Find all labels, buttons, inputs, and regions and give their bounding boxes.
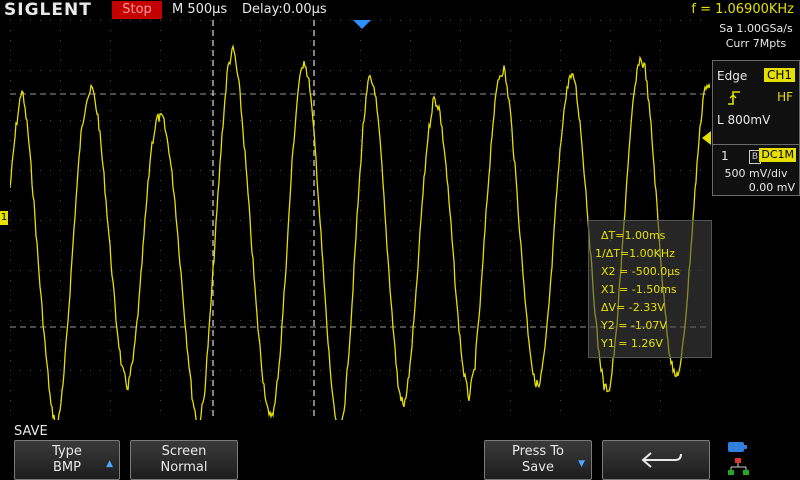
cursor-inverse-delta-t: 1/ΔT=1.00KHz (595, 247, 675, 260)
timebase-readout[interactable]: M 500µs (172, 0, 227, 20)
channel1-level-marker[interactable]: 1 (0, 211, 8, 225)
trigger-info-box[interactable]: Edge CH1 HF L 800mV (712, 60, 800, 146)
screen-label: Screen (161, 444, 207, 459)
type-softkey[interactable]: Type BMP ▲ (14, 440, 120, 480)
channel-coupling: DC1M (759, 148, 796, 162)
rising-edge-icon (728, 91, 740, 105)
save-label: Press To (511, 444, 565, 459)
info-side-panel: Sa 1.00GSa/s Curr 7Mpts Edge CH1 HF L 80… (712, 20, 800, 420)
memory-depth: Curr 7Mpts (725, 37, 787, 50)
channel1-info-box[interactable]: 1 B DC1M 500 mV/div 0.00 mV (712, 144, 800, 196)
press-to-save-softkey[interactable]: Press To Save ▼ (484, 440, 592, 480)
trigger-level: L 800mV (717, 113, 771, 127)
type-value: BMP (53, 460, 81, 475)
screen-softkey[interactable]: Screen Normal (130, 440, 238, 480)
trigger-mode: Edge (717, 69, 748, 83)
run-stop-badge[interactable]: Stop (112, 1, 162, 19)
spin-arrow-icon: ▲ (106, 459, 113, 469)
spin-arrow-icon: ▼ (578, 459, 585, 469)
brand-logo: SIGLENT (4, 0, 92, 20)
status-bar: SIGLENT Stop M 500µs Delay:0.00µs f = 1.… (0, 0, 800, 20)
battery-icon (728, 442, 744, 452)
cursor-x2: X2 = -500.0µs (601, 265, 680, 278)
trigger-source: CH1 (763, 68, 795, 82)
frequency-counter: f = 1.06900KHz (691, 2, 794, 17)
save-value: Save (522, 460, 554, 475)
cursor-delta-v: ΔV= -2.33V (601, 301, 665, 314)
sample-rate: Sa 1.00GSa/s (719, 22, 793, 35)
type-label: Type (52, 444, 82, 459)
cursor-measurement-panel: ΔT=1.00ms 1/ΔT=1.00KHz X2 = -500.0µs X1 … (588, 220, 712, 358)
trigger-coupling: HF (777, 90, 793, 104)
channel-number: 1 (721, 149, 729, 163)
screen-value: Normal (160, 460, 208, 475)
cursor-y1: Y1 = 1.26V (601, 337, 663, 350)
vertical-scale: 500 mV/div (724, 167, 788, 180)
menu-title: SAVE (14, 424, 48, 439)
oscilloscope-screen: SIGLENT Stop M 500µs Delay:0.00µs f = 1.… (0, 0, 800, 480)
status-icons (728, 442, 749, 475)
delay-readout[interactable]: Delay:0.00µs (242, 0, 327, 20)
trigger-position-marker[interactable] (353, 20, 371, 29)
vertical-offset: 0.00 mV (748, 181, 795, 194)
return-softkey[interactable] (602, 440, 710, 480)
network-icon (728, 458, 749, 475)
cursor-y2: Y2 = -1.07V (601, 319, 667, 332)
return-arrow-icon (641, 452, 682, 468)
cursor-x1: X1 = -1.50ms (601, 283, 677, 296)
trigger-level-marker[interactable] (702, 131, 711, 145)
cursor-delta-t: ΔT=1.00ms (601, 229, 666, 242)
